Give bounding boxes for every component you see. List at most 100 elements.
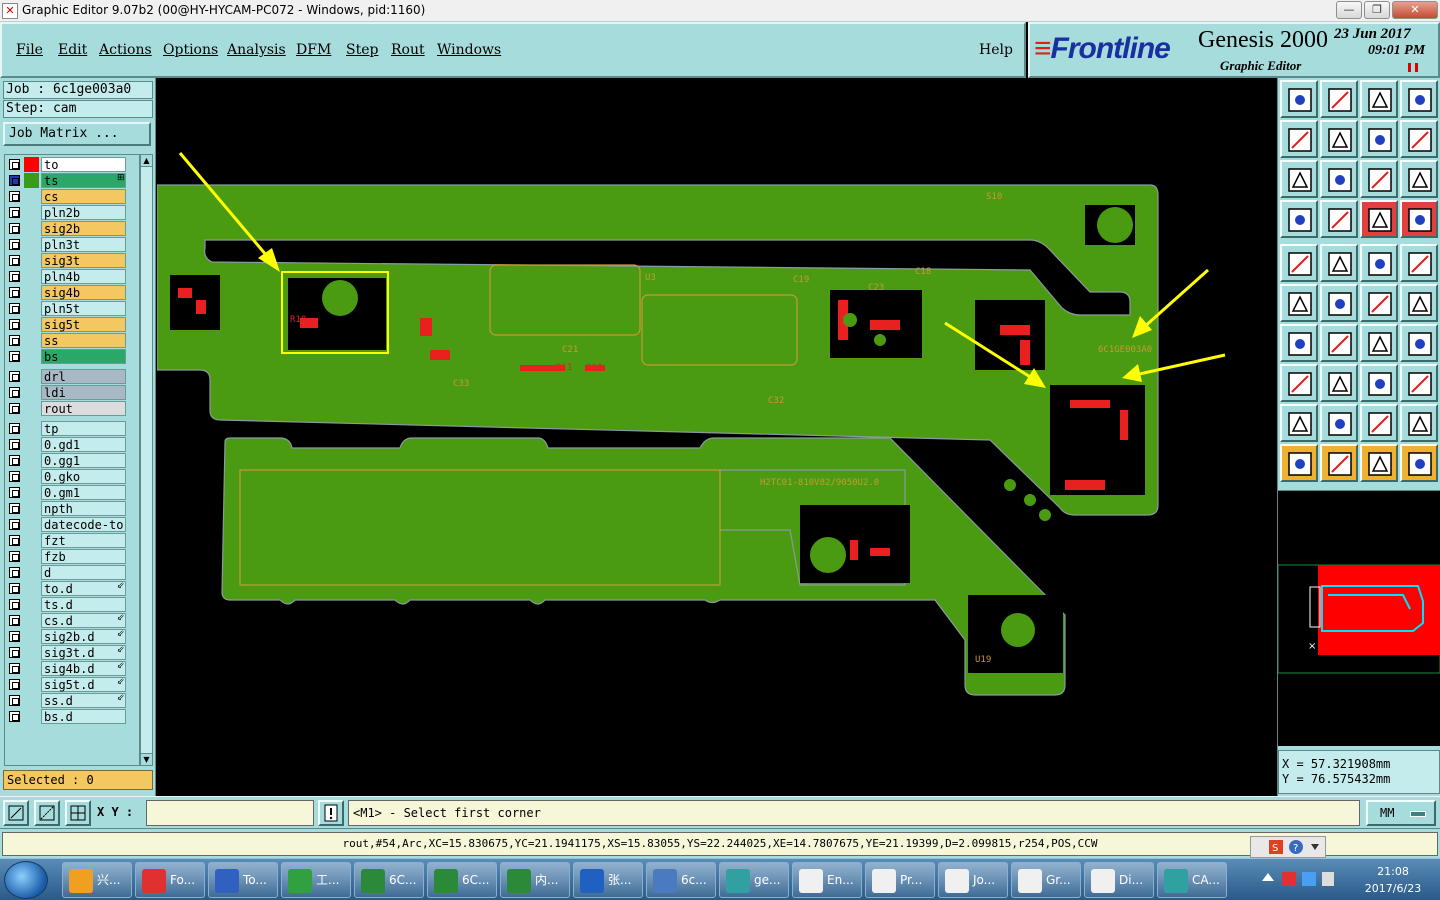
measure-button[interactable] (34, 800, 60, 826)
layer-checkbox[interactable] (9, 387, 20, 398)
layer-row[interactable]: datecode-to (7, 517, 139, 532)
menu-file[interactable]: File (16, 42, 43, 58)
taskbar-item[interactable]: To... (208, 862, 278, 898)
layer-color-slot[interactable] (24, 369, 39, 384)
layer-row[interactable]: 0.gd1 (7, 437, 139, 452)
swap-button[interactable] (1360, 120, 1398, 158)
layer-color-slot[interactable] (24, 693, 39, 708)
layer-name[interactable]: ts.d (41, 597, 126, 612)
alert-button[interactable] (318, 800, 344, 826)
layer-row[interactable]: sig3t.d ⇙ (7, 645, 139, 660)
pause-icon[interactable] (1408, 63, 1418, 72)
layer-row[interactable]: bs (7, 349, 139, 364)
layer-checkbox[interactable] (9, 711, 20, 722)
layer-color-slot[interactable] (24, 661, 39, 676)
layer-checkbox[interactable] (9, 647, 20, 658)
menu-options[interactable]: Options (163, 42, 218, 58)
pointer-box-button[interactable] (1320, 444, 1358, 482)
layer-checkbox[interactable] (9, 191, 20, 202)
layer-checkbox[interactable] (9, 535, 20, 546)
layer-color-slot[interactable] (24, 269, 39, 284)
taskbar-item[interactable]: CA... (1157, 862, 1227, 898)
layer-color-slot[interactable] (24, 453, 39, 468)
layer-color-slot[interactable] (24, 581, 39, 596)
layer-checkbox[interactable] (9, 599, 20, 610)
layer-checkbox[interactable] (9, 679, 20, 690)
layer-color-slot[interactable] (24, 317, 39, 332)
layer-name[interactable]: npth (41, 501, 126, 516)
layer-checkbox[interactable] (9, 439, 20, 450)
layer-color-slot[interactable] (24, 173, 39, 188)
layer-name[interactable]: 0.gd1 (41, 437, 126, 452)
taskbar-item[interactable]: Gr... (1011, 862, 1081, 898)
menu-edit[interactable]: Edit (58, 42, 87, 58)
save-button[interactable] (1320, 80, 1358, 118)
layer-checkbox[interactable] (9, 631, 20, 642)
layer-name[interactable]: sig5t (41, 317, 126, 332)
layer-color-slot[interactable] (24, 205, 39, 220)
layer-name[interactable]: sig3t.d (41, 645, 126, 660)
layer-color-slot[interactable] (24, 517, 39, 532)
layer-color-slot[interactable] (24, 629, 39, 644)
move-right-button[interactable] (1320, 120, 1358, 158)
grid-snap-button[interactable] (65, 800, 91, 826)
layer-row[interactable]: 0.gm1 (7, 485, 139, 500)
layer-checkbox[interactable] (9, 319, 20, 330)
layer-checkbox[interactable] (9, 567, 20, 578)
menu-analysis[interactable]: Analysis (227, 42, 286, 58)
layer-name[interactable]: pln5t (41, 301, 126, 316)
layer-row[interactable]: cs.d ⇙ (7, 613, 139, 628)
layer-name[interactable]: drl (41, 369, 126, 384)
layer-row[interactable]: ss (7, 333, 139, 348)
layer-name[interactable]: to.d (41, 581, 126, 596)
layers-red2-button[interactable] (1400, 200, 1438, 238)
layer-name[interactable]: fzt (41, 533, 126, 548)
layer-color-slot[interactable] (24, 677, 39, 692)
close-button[interactable]: ✕ (1392, 1, 1438, 19)
layer-row[interactable]: fzb (7, 549, 139, 564)
layer-color-slot[interactable] (24, 469, 39, 484)
measure-select-button[interactable] (1280, 244, 1318, 282)
layer-checkbox[interactable] (9, 403, 20, 414)
taskbar-item[interactable]: 内... (500, 862, 570, 898)
arc-button[interactable] (1360, 324, 1398, 362)
layer-name[interactable]: ldi (41, 385, 126, 400)
menu-step[interactable]: Step (346, 42, 378, 58)
pad-edit-button[interactable] (1280, 364, 1318, 402)
layer-row[interactable]: sig2b.d ⇙ (7, 629, 139, 644)
layer-checkbox[interactable] (9, 519, 20, 530)
ratio-button[interactable] (1360, 160, 1398, 198)
layer-row[interactable]: sig3t (7, 253, 139, 268)
layer-color-slot[interactable] (24, 385, 39, 400)
triangle3-button[interactable] (1360, 404, 1398, 442)
language-bar[interactable]: S ? (1250, 836, 1326, 858)
pointer-circle-button[interactable] (1360, 444, 1398, 482)
taskbar-item[interactable]: 工... (281, 862, 351, 898)
layer-color-slot[interactable] (24, 421, 39, 436)
layer-color-slot[interactable] (24, 597, 39, 612)
taskbar-item[interactable]: Pr... (865, 862, 935, 898)
layer-row[interactable]: ts ⊞ (7, 173, 139, 188)
layer-row[interactable]: 0.gg1 (7, 453, 139, 468)
layer-color-slot[interactable] (24, 237, 39, 252)
layer-checkbox[interactable] (9, 303, 20, 314)
layer-name[interactable]: ss (41, 333, 126, 348)
layer-color-slot[interactable] (24, 333, 39, 348)
pointer-button[interactable] (1280, 444, 1318, 482)
layer-row[interactable]: drl (7, 369, 139, 384)
layer-checkbox[interactable] (9, 207, 20, 218)
snap-button[interactable] (1280, 200, 1318, 238)
layer-name[interactable]: to (41, 157, 126, 172)
layer-row[interactable]: ss.d ⇙ (7, 693, 139, 708)
cross-button[interactable] (1320, 284, 1358, 322)
graphics-canvas[interactable]: U3 C19 C18 C21 C23 C33 C32 R18 6C1GE003A… (157, 78, 1277, 796)
layer-color-slot[interactable] (24, 253, 39, 268)
layer-checkbox[interactable] (9, 663, 20, 674)
layer-checkbox[interactable] (9, 551, 20, 562)
layer-checkbox[interactable] (9, 371, 20, 382)
layer-color-slot[interactable] (24, 189, 39, 204)
layer-checkbox[interactable] (9, 351, 20, 362)
layer-name[interactable]: sig4b (41, 285, 126, 300)
layer-row[interactable]: bs.d (7, 709, 139, 724)
layer-checkbox[interactable] (9, 271, 20, 282)
